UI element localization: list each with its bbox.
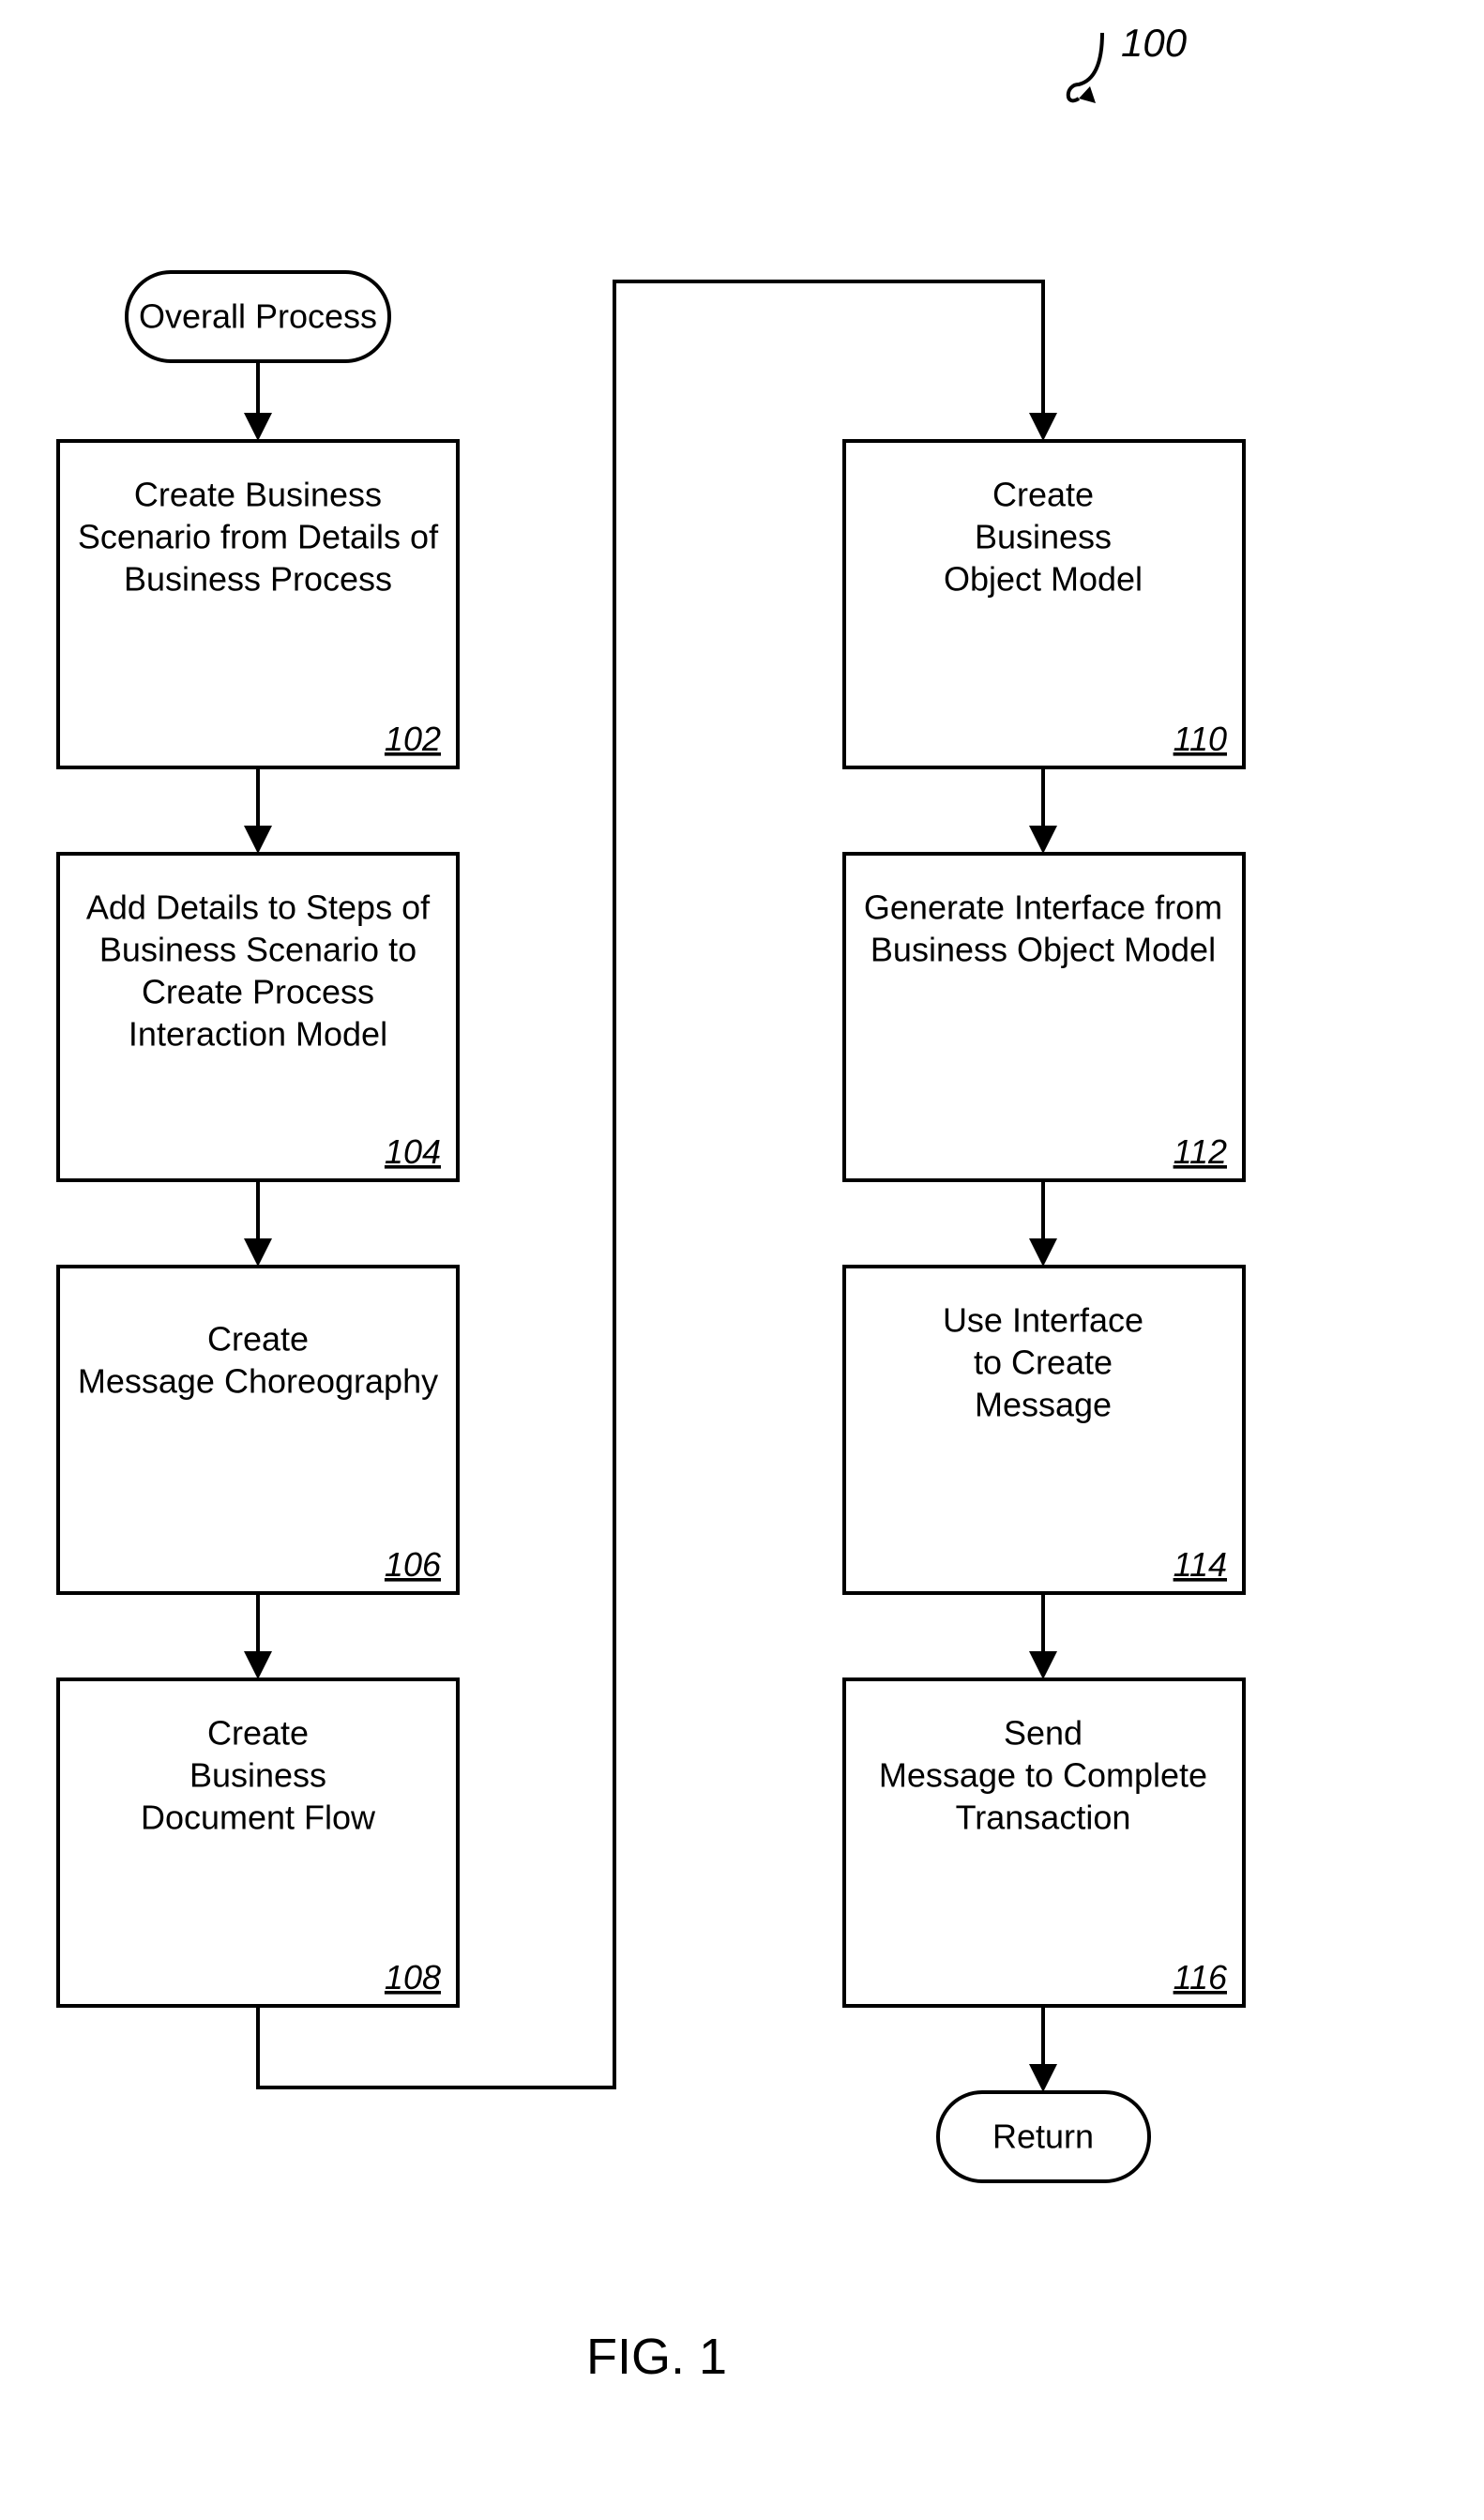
svg-text:Business Object Model: Business Object Model [871,931,1216,969]
svg-text:Document Flow: Document Flow [141,1799,376,1837]
svg-text:Create Process: Create Process [142,973,374,1011]
step-106-ref: 106 [385,1545,442,1584]
svg-text:Object Model: Object Model [944,560,1143,599]
step-102-ref: 102 [385,720,441,758]
step-114: Use Interface to Create Message 114 [844,1267,1244,1593]
step-116-ref: 116 [1174,1958,1228,1996]
svg-text:Add Details to Steps of: Add Details to Steps of [86,888,431,927]
arrow-112-to-114 [1029,1180,1057,1267]
svg-text:Business Process: Business Process [124,560,392,599]
figure-reference-indicator: 100 [1068,21,1188,103]
figure-reference-number: 100 [1121,21,1188,65]
svg-text:Business: Business [189,1756,326,1795]
figure-label: FIG. 1 [586,2329,727,2385]
svg-text:to Create: to Create [974,1343,1113,1382]
step-112: Generate Interface from Business Object … [844,854,1244,1180]
start-label: Overall Process [139,297,377,336]
svg-text:Generate Interface from: Generate Interface from [864,888,1222,927]
svg-text:Message: Message [975,1386,1112,1424]
arrow-104-to-106 [244,1180,272,1267]
step-106: Create Message Choreography 106 [58,1267,458,1593]
step-110: Create Business Object Model 110 [844,441,1244,767]
step-102: Create Business Scenario from Details of… [58,441,458,767]
end-terminator: Return [938,2092,1149,2181]
step-108: Create Business Document Flow 108 [58,1679,458,2006]
arrow-start-to-102 [244,361,272,441]
arrow-110-to-112 [1029,767,1057,854]
svg-text:Create Business: Create Business [134,476,382,514]
arrow-114-to-116 [1029,1593,1057,1679]
step-108-ref: 108 [385,1958,441,1996]
svg-text:Scenario from Details of: Scenario from Details of [78,518,439,556]
svg-text:Business: Business [975,518,1112,556]
svg-text:Message Choreography: Message Choreography [78,1362,438,1401]
svg-text:Create: Create [207,1714,309,1753]
svg-text:Use Interface: Use Interface [943,1301,1143,1340]
end-label: Return [992,2118,1094,2156]
arrow-106-to-108 [244,1593,272,1679]
svg-text:Send: Send [1004,1714,1083,1753]
step-104: Add Details to Steps of Business Scenari… [58,854,458,1180]
svg-text:Message to Complete: Message to Complete [879,1756,1207,1795]
step-110-ref: 110 [1174,720,1227,758]
svg-text:Transaction: Transaction [956,1799,1131,1837]
svg-text:Interaction Model: Interaction Model [129,1015,387,1054]
step-114-ref: 114 [1174,1545,1227,1584]
step-112-ref: 112 [1174,1132,1227,1171]
svg-text:Business Scenario to: Business Scenario to [99,931,416,969]
start-terminator: Overall Process [127,272,389,361]
arrow-102-to-104 [244,767,272,854]
svg-text:Create: Create [992,476,1094,514]
step-104-ref: 104 [385,1132,441,1171]
arrow-116-to-return [1029,2006,1057,2092]
step-116: Send Message to Complete Transaction 116 [844,1679,1244,2006]
svg-text:Create: Create [207,1320,309,1359]
